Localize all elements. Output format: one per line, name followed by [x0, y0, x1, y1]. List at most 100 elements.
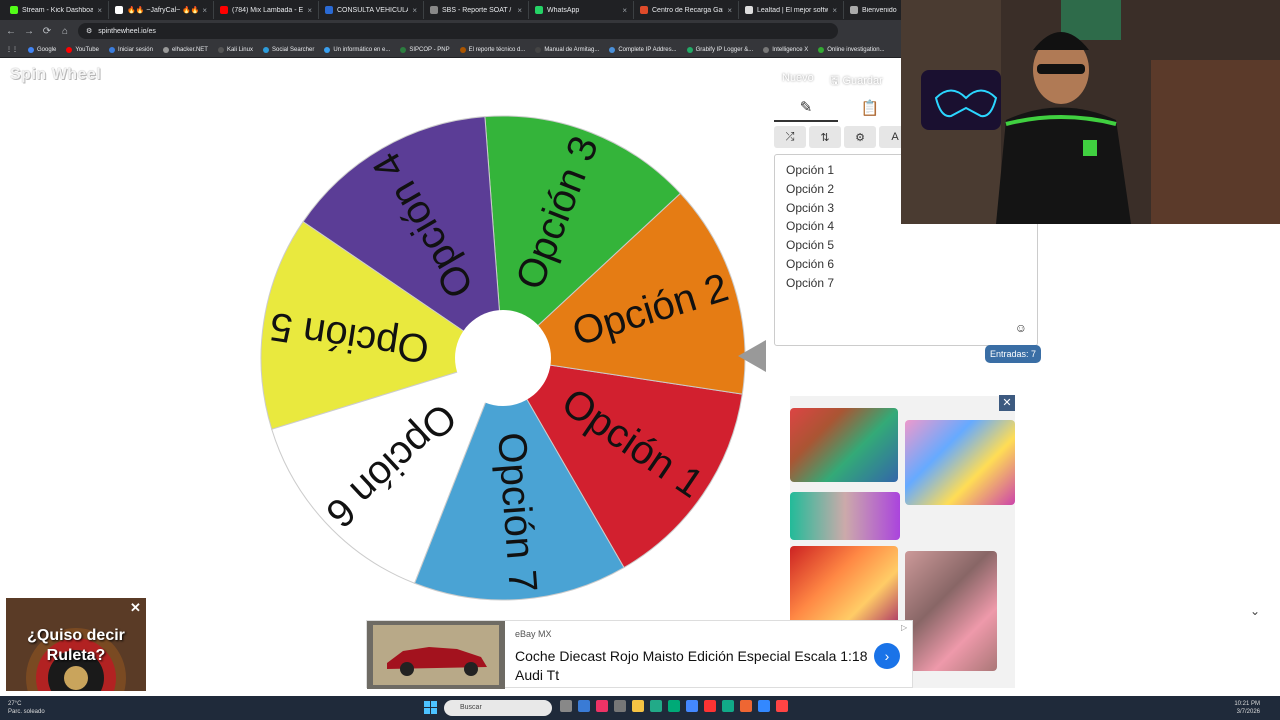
entry-line[interactable]: Opción 5 [786, 236, 1026, 255]
bookmark-item[interactable]: Un informático en e... [324, 46, 390, 53]
back-icon[interactable]: ← [6, 26, 16, 37]
taskbar-app-icon[interactable] [722, 700, 734, 712]
tab-edit[interactable]: ✎ [774, 94, 838, 122]
spin-wheel[interactable]: Opción 1Opción 2Opción 3Opción 4Opción 5… [258, 113, 748, 603]
bookmark-item[interactable]: Social Searcher [262, 46, 314, 53]
taskbar-app-icon[interactable] [668, 700, 680, 712]
ad-title[interactable]: Coche Diecast Rojo Maisto Edición Especi… [515, 647, 875, 685]
close-tab-icon[interactable]: × [517, 6, 522, 15]
browser-tab[interactable]: WhatsApp × [529, 1, 634, 19]
taskbar-app-icon[interactable] [578, 700, 590, 712]
weather-widget[interactable]: 27°C Parc. soleado [8, 700, 45, 716]
clock-time: 10:21 PM [1234, 701, 1260, 707]
shuffle-button[interactable]: ⤮ [774, 126, 806, 148]
bookmark-favicon-icon [162, 46, 169, 53]
emoji-icon[interactable]: ☺ [1015, 321, 1027, 335]
weather-desc: Parc. soleado [8, 709, 45, 715]
reload-icon[interactable]: ⟳ [42, 26, 52, 37]
sort-icon: ⇅ [820, 131, 830, 144]
taskbar-clock[interactable]: 10:21 PM 3/7/2026 [1234, 700, 1260, 716]
browser-tab[interactable]: (784) Mix Lambada - Expl× [214, 1, 319, 19]
bookmark-item[interactable]: Complete IP Addres... [609, 46, 677, 53]
favicon-icon [325, 6, 333, 14]
entry-line[interactable]: Opción 6 [786, 255, 1026, 274]
bookmark-favicon-icon [609, 46, 616, 53]
taskbar-app-icon[interactable] [704, 700, 716, 712]
close-tab-icon[interactable]: × [202, 6, 207, 15]
taskbar-app-icon[interactable] [560, 700, 572, 712]
close-tab-icon[interactable]: × [307, 6, 312, 15]
taskbar-search[interactable]: Buscar [444, 700, 552, 716]
clipboard-icon: 📋 [860, 100, 880, 117]
close-tab-icon[interactable]: × [727, 6, 732, 15]
chevron-down-icon[interactable]: ⌄ [1250, 604, 1260, 618]
tab-results[interactable]: 📋 [838, 94, 902, 122]
forward-icon[interactable]: → [24, 26, 34, 37]
ad-close-button[interactable]: ✕ [999, 395, 1015, 411]
settings-button[interactable]: ⚙ [844, 126, 876, 148]
save-button[interactable]: 🖫 Guardar [830, 72, 883, 91]
entry-line[interactable]: Opción 7 [786, 274, 1026, 293]
home-icon[interactable]: ⌂ [60, 26, 70, 37]
close-tab-icon[interactable]: × [97, 6, 102, 15]
new-button[interactable]: Nuevo [782, 72, 814, 84]
browser-tab[interactable]: SBS - Reporte SOAT / CA × [424, 1, 529, 19]
browser-tab[interactable]: Centro de Recarga Garena × [634, 1, 739, 19]
ad-source: eBay MX [515, 629, 552, 639]
browser-tab[interactable]: CONSULTA VEHICULAR × [319, 1, 424, 19]
bookmark-item[interactable]: SIPCOP - PNP [400, 46, 450, 53]
bookmark-item[interactable]: Online investigation... [818, 46, 885, 53]
bookmark-label: Grabify IP Logger &... [695, 46, 754, 53]
close-tab-icon[interactable]: × [412, 6, 417, 15]
shuffle-icon: ⤮ [785, 130, 795, 143]
taskbar-app-icon[interactable] [614, 700, 626, 712]
promo-overlay[interactable]: ¿Quiso decir Ruleta? ✕ [6, 598, 146, 691]
bookmark-favicon-icon [535, 46, 542, 53]
wheel-center-hub[interactable] [455, 310, 551, 406]
taskbar-app-icon[interactable] [650, 700, 662, 712]
bookmark-item[interactable]: Google [28, 46, 56, 53]
favicon-icon [850, 6, 858, 14]
close-tab-icon[interactable]: × [832, 6, 837, 15]
tab-label: 🔥🔥 ~JafryCal~ 🔥🔥 [127, 7, 199, 14]
close-icon[interactable]: ✕ [130, 600, 141, 616]
browser-tab[interactable]: 🔥🔥 ~JafryCal~ 🔥🔥 × [109, 1, 214, 19]
tab-label: Stream - Kick Dashboard [22, 6, 94, 14]
bookmark-item[interactable]: Iniciar sesión [108, 46, 153, 53]
bookmark-item[interactable]: Intelligence X [763, 46, 808, 53]
app-logo[interactable]: Spin Wheel [10, 66, 101, 84]
browser-tab[interactable]: Stream - Kick Dashboard × [4, 1, 109, 19]
browser-tab[interactable]: Lealtad | El mejor software × [739, 1, 844, 19]
bookmark-item[interactable]: El reporte técnico d... [459, 46, 525, 53]
tab-label: SBS - Reporte SOAT / CA [442, 6, 513, 14]
taskbar-app-icon[interactable] [596, 700, 608, 712]
taskbar-app-icon[interactable] [632, 700, 644, 712]
site-info-icon[interactable]: ⚙ [86, 27, 92, 35]
taskbar-app-icon[interactable] [686, 700, 698, 712]
bookmark-favicon-icon [217, 46, 224, 53]
bookmark-favicon-icon [28, 46, 34, 53]
bookmark-label: Online investigation... [827, 46, 885, 53]
taskbar-app-icon[interactable] [758, 700, 770, 712]
close-tab-icon[interactable]: × [622, 6, 627, 15]
address-bar[interactable]: ⚙ spinthewheel.io/es [78, 23, 838, 39]
bookmark-item[interactable]: YouTube [66, 46, 99, 53]
promo-text: ¿Quiso decir Ruleta? [27, 627, 125, 664]
bookmark-label: elhacker.NET [171, 46, 208, 53]
ad-info-icon[interactable]: ▷ [901, 623, 907, 632]
bookmark-item[interactable]: elhacker.NET [162, 46, 208, 53]
sort-button[interactable]: ⇅ [809, 126, 841, 148]
bookmark-item[interactable]: Kali Linux [217, 46, 253, 53]
bookmark-label: Iniciar sesión [117, 46, 153, 53]
apps-icon[interactable]: ⋮⋮ [6, 46, 18, 53]
taskbar-app-icon[interactable] [740, 700, 752, 712]
bookmark-item[interactable]: Grabify IP Logger &... [686, 46, 754, 53]
favicon-icon [430, 6, 438, 14]
ad-product-image[interactable] [367, 621, 505, 689]
taskbar-app-icon[interactable] [776, 700, 788, 712]
bookmark-item[interactable]: Manual de Armitag... [535, 46, 599, 53]
ad-go-button[interactable]: › [874, 643, 900, 669]
pencil-icon: ✎ [799, 99, 813, 116]
bottom-ad-banner[interactable]: eBay MX Coche Diecast Rojo Maisto Edició… [366, 620, 913, 689]
windows-start-icon[interactable] [424, 701, 437, 714]
